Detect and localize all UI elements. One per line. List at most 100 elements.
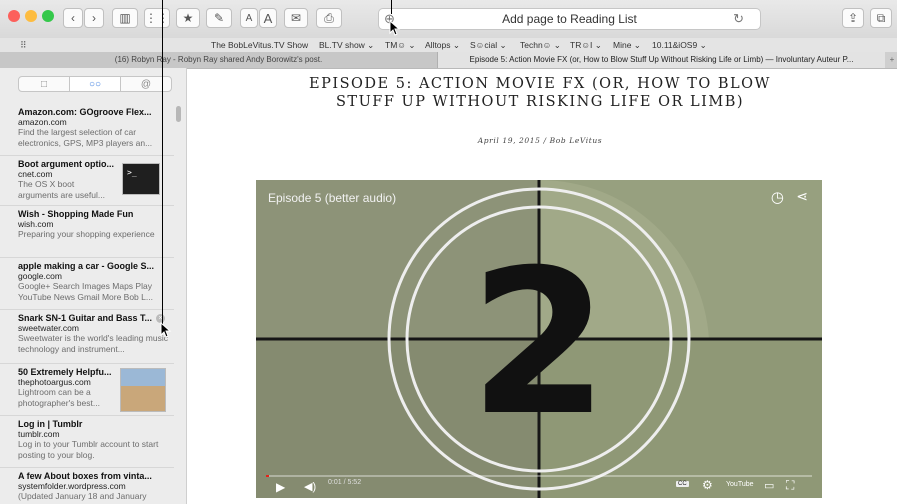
settings-gear-icon[interactable]: ⚙ [702, 478, 713, 492]
address-bar[interactable]: ⊕ Add page to Reading List ↻ [378, 8, 761, 30]
reading-list-item[interactable]: Snark SN-1 Guitar and Bass T... sweetwat… [0, 310, 174, 364]
reload-icon[interactable]: ↻ [733, 11, 744, 27]
favorite-item[interactable]: BL.TV show ⌄ [319, 40, 374, 51]
favorite-item[interactable]: S☺cial ⌄ [470, 40, 507, 51]
item-title: Log in | Tumblr [18, 419, 83, 429]
bookmarks-tab[interactable]: □ [19, 77, 70, 91]
annotate-button[interactable]: ✎ [206, 8, 232, 28]
article-title: EPISODE 5: ACTION MOVIE FX (OR, HOW TO B… [309, 76, 771, 110]
font-larger-button[interactable]: A [259, 8, 277, 28]
item-description: Find the largest selection of car electr… [18, 127, 153, 148]
tab-label: Episode 5: Action Movie FX (or, How to B… [469, 55, 854, 64]
top-sites-button[interactable]: ⋮⋮ [144, 8, 170, 28]
item-title: Snark SN-1 Guitar and Bass T... [18, 313, 153, 323]
forward-icon: › [92, 11, 96, 25]
favorite-item[interactable]: 10.11&iOS9 ⌄ [652, 40, 707, 51]
back-icon: ‹ [71, 11, 75, 25]
printer-icon: ⎙ [324, 10, 334, 25]
reading-list-item[interactable]: Wish - Shopping Made Fun wish.com Prepar… [0, 206, 174, 258]
fullscreen-icon[interactable]: ⛶ [786, 478, 794, 493]
item-description: Log in to your Tumblr account to start p… [18, 439, 159, 460]
share-button[interactable]: ⇪ [842, 8, 864, 28]
terminal-prompt-text: >_ [127, 168, 137, 177]
star-icon: ★ [182, 11, 194, 25]
item-description: The OS X boot arguments are useful... [18, 179, 105, 200]
favorite-item[interactable]: TR☺I ⌄ [570, 40, 602, 51]
reading-list-item[interactable]: 50 Extremely Helpfu... thephotoargus.com… [0, 364, 174, 416]
tab-bar: (16) Robyn Ray - Robyn Ray shared Andy B… [0, 52, 897, 69]
minimize-window-button[interactable] [25, 10, 37, 22]
progress-track[interactable] [266, 475, 812, 477]
font-smaller-button[interactable]: A [240, 8, 258, 28]
pointer-line [162, 0, 163, 326]
close-window-button[interactable] [8, 10, 20, 22]
share-video-icon[interactable]: ⋖ [796, 188, 808, 205]
tab-episode-5[interactable]: Episode 5: Action Movie FX (or, How to B… [438, 52, 885, 68]
item-description: Lightroom can be a photographer's best..… [18, 387, 100, 408]
terminal-thumbnail: >_ [122, 163, 160, 195]
captions-icon[interactable]: CC [676, 481, 689, 487]
item-description: Preparing your shopping experience [18, 229, 155, 239]
item-domain: google.com [18, 271, 62, 281]
font-smaller-icon: A [245, 12, 253, 24]
favorite-item[interactable]: The BobLeVitus.TV Show [211, 40, 308, 50]
sidebar-toggle-button[interactable]: ▥ [112, 8, 138, 28]
show-all-tabs-button[interactable]: ⧉ [870, 8, 892, 28]
video-time: 0:01 / 5:52 [328, 479, 362, 486]
video-title[interactable]: Episode 5 (better audio) [268, 191, 396, 205]
address-text: Add page to Reading List [502, 12, 637, 26]
item-title: Wish - Shopping Made Fun [18, 209, 134, 219]
grid-icon: ⋮⋮ [145, 11, 169, 25]
pencil-icon: ✎ [213, 11, 225, 25]
item-domain: amazon.com [18, 117, 67, 127]
video-controls: ▶ ◀) 0:01 / 5:52 CC ⚙ YouTube ▭ ⛶ [256, 468, 822, 498]
countdown-number: 2 [469, 227, 608, 460]
at-sign-icon: @ [140, 78, 152, 90]
reading-list-item[interactable]: Boot argument optio... cnet.com The OS X… [0, 156, 174, 206]
mouse-cursor-icon [160, 322, 172, 338]
article-byline: April 19, 2015 / Bob LeVitus [477, 136, 603, 145]
bookmark-button[interactable]: ★ [176, 8, 200, 28]
reading-list-sidebar: □ ○○ @ Amazon.com: GOgroove Flex... amaz… [0, 68, 187, 504]
favorite-item[interactable]: Techn☺ ⌄ [520, 40, 561, 51]
tab-label: (16) Robyn Ray - Robyn Ray shared Andy B… [114, 55, 323, 64]
photo-thumbnail [120, 368, 166, 412]
email-button[interactable]: ✉ [284, 8, 308, 28]
favorite-item[interactable]: Mine ⌄ [613, 40, 641, 51]
sidebar-scrollbar[interactable] [176, 106, 181, 122]
print-button[interactable]: ⎙ [316, 8, 342, 28]
favorites-bar: ⠿ The BobLeVitus.TV Show BL.TV show ⌄ TM… [0, 38, 897, 52]
item-title: A few About boxes from vinta... [18, 471, 152, 481]
browser-toolbar: ‹ › ▥ ⋮⋮ ★ ✎ A A ✉ ⎙ ⊕ Add page to Readi… [0, 0, 897, 39]
watch-later-icon[interactable]: ◷ [771, 188, 784, 206]
miniplayer-icon[interactable]: ▭ [764, 479, 774, 492]
reading-list-item[interactable]: Log in | Tumblr tumblr.com Log in to you… [0, 416, 174, 468]
book-icon: □ [40, 78, 48, 90]
reading-list-item[interactable]: apple making a car - Google S... google.… [0, 258, 174, 310]
mouse-cursor-icon [389, 20, 401, 36]
youtube-logo[interactable]: YouTube [726, 481, 754, 488]
reading-list-item[interactable]: Amazon.com: GOgroove Flex... amazon.com … [0, 104, 174, 156]
favorite-item[interactable]: TM☺ ⌄ [385, 40, 415, 51]
zoom-window-button[interactable] [42, 10, 54, 22]
reading-list-item[interactable]: A few About boxes from vinta... systemfo… [0, 468, 174, 504]
play-icon[interactable]: ▶ [276, 480, 285, 494]
item-title: Amazon.com: GOgroove Flex... [18, 107, 152, 117]
sidebar-segmented-control: □ ○○ @ [18, 76, 172, 92]
favorites-grid-icon[interactable]: ⠿ [20, 40, 27, 51]
new-tab-button[interactable]: + [887, 52, 897, 68]
video-player[interactable]: 2 Episode 5 (better audio) ◷ ⋖ ▶ ◀) 0:01… [256, 180, 822, 498]
item-description: Sweetwater is the world's leading music … [18, 333, 168, 354]
forward-button[interactable]: › [84, 8, 104, 28]
tabs-icon: ⧉ [876, 10, 886, 25]
share-icon: ⇪ [847, 11, 859, 25]
shared-links-tab[interactable]: @ [121, 77, 171, 91]
favorite-item[interactable]: Alltops ⌄ [425, 40, 460, 51]
sidebar-icon: ▥ [119, 11, 131, 25]
reading-list-tab[interactable]: ○○ [70, 77, 121, 91]
item-title: 50 Extremely Helpfu... [18, 367, 112, 377]
volume-icon[interactable]: ◀) [304, 480, 316, 493]
item-description: Google+ Search Images Maps Play YouTube … [18, 281, 153, 302]
back-button[interactable]: ‹ [63, 8, 83, 28]
tab-robyn-ray[interactable]: (16) Robyn Ray - Robyn Ray shared Andy B… [0, 52, 438, 68]
